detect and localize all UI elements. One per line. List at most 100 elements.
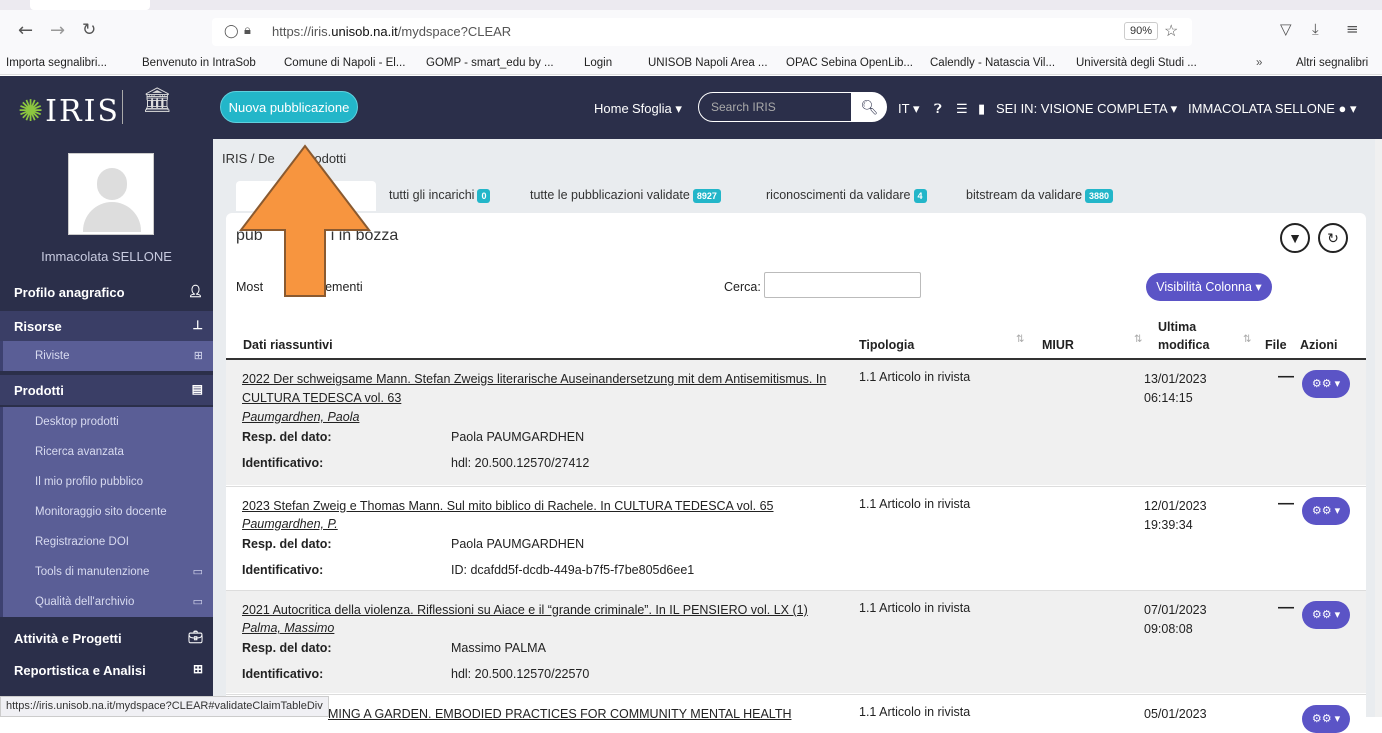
- tab-validate[interactable]: tutte le pubblicazioni validate 8927: [530, 188, 721, 203]
- th-modifica[interactable]: modifica: [1158, 338, 1209, 352]
- row-date: 12/01/2023 19:39:34: [1144, 499, 1207, 532]
- reload-icon[interactable]: ↻: [82, 20, 96, 40]
- row-file: —: [1278, 495, 1294, 512]
- row-date: 13/01/2023 06:14:15: [1144, 372, 1207, 405]
- th-azioni[interactable]: Azioni: [1300, 338, 1338, 352]
- chevron-right-icon[interactable]: »: [1256, 57, 1262, 69]
- resp-label: Resp. del dato:: [242, 430, 332, 444]
- url-bar[interactable]: ◯ 🔒︎ https://iris.unisob.na.it/mydspace?…: [212, 18, 1192, 46]
- sidebar-item-ricerca-avanzata[interactable]: Ricerca avanzata: [0, 437, 213, 467]
- pocket-icon[interactable]: ▽: [1280, 20, 1292, 38]
- table-row: MING A GARDEN. EMBODIED PRACTICES FOR CO…: [226, 694, 1366, 733]
- iris-logo[interactable]: ✺IRIS: [18, 94, 120, 129]
- column-visibility-button[interactable]: Visibilità Colonna ▾: [1146, 273, 1272, 301]
- row-author-link[interactable]: Palma, Massimo: [242, 621, 334, 635]
- nav-home[interactable]: Home: [594, 101, 629, 116]
- actions-gear-button[interactable]: ⚙⚙ ▾: [1302, 705, 1350, 733]
- user-menu[interactable]: IMMACOLATA SELLONE ● ▾: [1188, 101, 1357, 117]
- star-icon[interactable]: ☆: [1164, 21, 1178, 41]
- bookmark-gomp[interactable]: GOMP - smart_edu by ...: [426, 57, 554, 69]
- th-file[interactable]: File: [1265, 338, 1287, 352]
- sidebar: Immacolata SELLONE Profilo anagrafico 👤︎ …: [0, 139, 213, 717]
- sidebar-item-risorse[interactable]: Risorse ⊥: [0, 311, 213, 341]
- row-title-link[interactable]: 2022 Der schweigsame Mann. Stefan Zweigs…: [242, 370, 842, 408]
- th-dati[interactable]: Dati riassuntivi: [243, 338, 333, 352]
- bookmark-calendly[interactable]: Calendly - Natascia Vil...: [930, 57, 1055, 69]
- th-tipologia[interactable]: Tipologia: [859, 338, 914, 352]
- search-input[interactable]: Search IRIS: [698, 92, 852, 122]
- sidebar-item-tools[interactable]: Tools di manutenzione ▭: [0, 557, 213, 587]
- bookmark-intrasob[interactable]: Benvenuto in IntraSob: [142, 57, 256, 69]
- table-row: 2023 Stefan Zweig e Thomas Mann. Sul mit…: [226, 486, 1366, 589]
- sidebar-item-riviste[interactable]: Riviste ⊞: [0, 341, 213, 371]
- forward-icon[interactable]: →: [50, 20, 65, 41]
- bookmark-universita[interactable]: Università degli Studi ...: [1076, 57, 1197, 69]
- list-icon[interactable]: ☰: [956, 101, 968, 117]
- tab-riconoscimenti[interactable]: riconoscimenti da validare 4: [766, 188, 927, 203]
- menu-icon[interactable]: ≡: [1346, 20, 1359, 38]
- actions-gear-button[interactable]: ⚙⚙ ▾: [1302, 601, 1350, 629]
- help-icon[interactable]: ❓︎: [934, 101, 942, 117]
- refresh-icon[interactable]: ↻: [1318, 223, 1348, 253]
- id-value: hdl: 20.500.12570/27412: [451, 456, 590, 470]
- search-icon[interactable]: 🔍︎: [852, 92, 887, 122]
- annotation-arrow-icon: [238, 144, 372, 297]
- bookmark-opac[interactable]: OPAC Sebina OpenLib...: [786, 57, 913, 69]
- folder-icon: ▭: [192, 596, 203, 608]
- th-miur[interactable]: MIUR: [1042, 338, 1074, 352]
- actions-gear-button[interactable]: ⚙⚙ ▾: [1302, 497, 1350, 525]
- scrollbar[interactable]: [1375, 139, 1382, 717]
- row-author-link[interactable]: Paumgardhen, Paola: [242, 410, 359, 424]
- briefcase-icon: 💼︎: [187, 630, 203, 644]
- row-author-link[interactable]: Paumgardhen, P.: [242, 517, 338, 531]
- sidebar-username: Immacolata SELLONE: [41, 249, 172, 264]
- row-title-link[interactable]: MING A GARDEN. EMBODIED PRACTICES FOR CO…: [328, 705, 928, 724]
- bookmark-import[interactable]: Importa segnalibri...: [6, 57, 107, 69]
- language-select[interactable]: IT ▾: [898, 101, 919, 117]
- table-search-input[interactable]: [764, 272, 921, 298]
- bookmark-comune[interactable]: Comune di Napoli - El...: [284, 57, 405, 69]
- row-title-link[interactable]: 2021 Autocritica della violenza. Rifless…: [242, 601, 842, 620]
- sitemap-icon: ⊥: [192, 318, 203, 332]
- row-date: 05/01/2023: [1144, 707, 1207, 721]
- sidebar-item-profilo[interactable]: Profilo anagrafico 👤︎: [0, 277, 213, 307]
- tab-incarichi[interactable]: tutti gli incarichi 0: [389, 188, 491, 203]
- id-value: ID: dcafdd5f-dcdb-449a-b7f5-f7be805d6ee1: [451, 563, 695, 577]
- new-publication-button[interactable]: Nuova pubblicazione: [220, 91, 358, 123]
- resp-value: Massimo PALMA: [451, 641, 546, 655]
- th-ultima[interactable]: Ultima: [1158, 320, 1196, 334]
- filter-icon[interactable]: ▼: [1280, 223, 1310, 253]
- view-mode-select[interactable]: SEI IN: VISIONE COMPLETA ▾: [996, 101, 1177, 117]
- sidebar-item-doi[interactable]: Registrazione DOI: [0, 527, 213, 557]
- sidebar-item-desktop-prodotti[interactable]: Desktop prodotti: [0, 407, 213, 437]
- id-value: hdl: 20.500.12570/22570: [451, 667, 590, 681]
- sidebar-item-profilo-pubblico[interactable]: Il mio profilo pubblico: [0, 467, 213, 497]
- actions-gear-button[interactable]: ⚙⚙ ▾: [1302, 370, 1350, 398]
- nav-sfoglia[interactable]: Sfoglia ▾: [632, 101, 682, 117]
- sidebar-item-attivita[interactable]: Attività e Progetti 💼︎: [0, 623, 213, 653]
- bookmark-icon[interactable]: ▮: [978, 101, 985, 117]
- row-type: 1.1 Articolo in rivista: [859, 497, 971, 511]
- search-label: Cerca:: [724, 280, 761, 294]
- id-label: Identificativo:: [242, 563, 324, 577]
- sort-icon[interactable]: ⇅: [1243, 334, 1252, 345]
- sidebar-item-prodotti[interactable]: Prodotti ▤: [0, 375, 213, 405]
- back-icon[interactable]: ←: [18, 20, 33, 41]
- university-seal-icon: 🏛︎: [142, 86, 173, 114]
- sort-icon[interactable]: ⇅: [1016, 334, 1025, 345]
- resp-value: Paola PAUMGARDHEN: [451, 537, 585, 551]
- bookmark-unisob[interactable]: UNISOB Napoli Area ...: [648, 57, 768, 69]
- table-icon: ⊞: [193, 350, 203, 362]
- bookmark-login[interactable]: Login: [584, 57, 612, 69]
- row-file: —: [1278, 599, 1294, 616]
- row-title-link[interactable]: 2023 Stefan Zweig e Thomas Mann. Sul mit…: [242, 497, 842, 516]
- sidebar-item-monitoraggio[interactable]: Monitoraggio sito docente: [0, 497, 213, 527]
- tab-bitstream[interactable]: bitstream da validare 3880: [966, 188, 1114, 203]
- browser-tab[interactable]: [30, 0, 150, 10]
- sort-icon[interactable]: ⇅: [1134, 334, 1143, 345]
- sidebar-item-qualita[interactable]: Qualità dell'archivio ▭: [0, 587, 213, 617]
- download-icon[interactable]: ⤓: [1312, 20, 1319, 38]
- bookmark-altri[interactable]: Altri segnalibri: [1296, 57, 1368, 69]
- zoom-level[interactable]: 90%: [1124, 22, 1159, 40]
- sidebar-item-reportistica[interactable]: Reportistica e Analisi ⊞: [0, 655, 213, 685]
